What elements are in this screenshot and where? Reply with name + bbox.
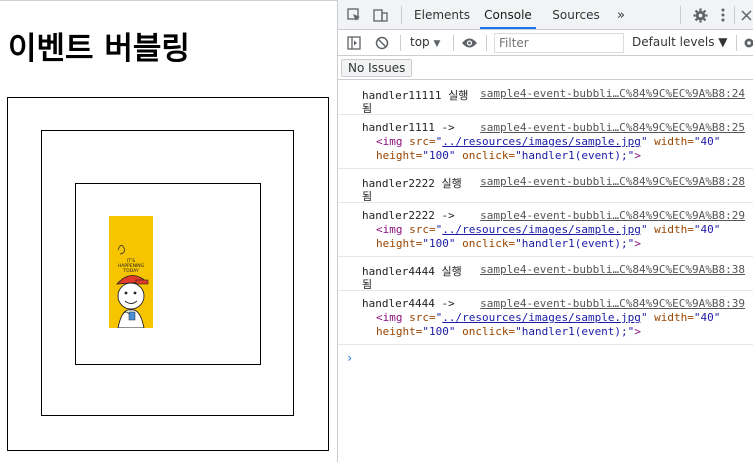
tag-close: > (634, 237, 641, 250)
tag-open: <img (376, 135, 403, 148)
clear-console-icon[interactable] (374, 35, 390, 51)
console-message: handler4444 -> sample4-event-bubbli…C%84… (338, 291, 753, 345)
tag-open: <img (376, 311, 403, 324)
toolbar-divider (736, 35, 737, 51)
kebab-menu-icon[interactable] (718, 7, 728, 23)
close-icon[interactable] (740, 7, 752, 23)
message-text-wrap: 됨 (362, 190, 373, 203)
message-text: handler4444 -> (362, 297, 455, 310)
element-preview-cont: height="100" onclick="handler1(event);"> (376, 325, 641, 338)
tag-open: <img (376, 223, 403, 236)
attr-value: "handler1(event);" (515, 325, 635, 338)
element-preview-cont: height="100" onclick="handler1(event);"> (376, 237, 641, 250)
message-text-wrap: 됨 (362, 278, 373, 291)
issues-bar: No Issues (338, 56, 753, 80)
source-link[interactable]: sample4-event-bubbli…C%84%9C%EC%9A%B8:28 (480, 175, 745, 188)
context-value: top (410, 35, 430, 49)
message-text: handler4444 실행 (362, 265, 462, 278)
console-message: handler11111 실행 됨 sample4-event-bubbli…C… (338, 81, 753, 115)
tabbar-divider (734, 6, 735, 24)
attr-name: onclick= (455, 237, 516, 250)
console-prompt-icon[interactable]: › (346, 351, 353, 365)
tag-close: > (634, 325, 641, 338)
toolbar-divider (400, 35, 401, 51)
console-log: handler11111 실행 됨 sample4-event-bubbli…C… (338, 81, 753, 345)
source-link[interactable]: sample4-event-bubbli…C%84%9C%EC%9A%B8:25 (480, 121, 745, 134)
attr-value: "100" (422, 149, 456, 162)
context-selector[interactable]: top ▼ (410, 35, 440, 49)
attr-value: "40" (693, 311, 721, 324)
eye-icon[interactable] (460, 35, 478, 51)
attr-name: src= (402, 223, 436, 236)
inspect-element-icon[interactable] (346, 7, 362, 23)
image-caption-3: TODAY (122, 268, 138, 274)
gear-icon[interactable] (692, 7, 708, 23)
console-toolbar: top ▼ Default levels ▼ (338, 30, 753, 56)
page-title: 이벤트 버블링 (8, 31, 190, 67)
sidebar-toggle-icon[interactable] (346, 35, 362, 51)
attr-value: "40" (693, 135, 721, 148)
message-text: handler2222 -> (362, 209, 455, 222)
attr-value: "40" (693, 223, 721, 236)
tag-close: > (634, 149, 641, 162)
attr-name: width= (647, 311, 694, 324)
message-text: handler11111 실행 (362, 89, 469, 102)
message-text: handler1111 -> (362, 121, 455, 134)
sample-image[interactable]: IT'S HAPPENING TODAY (109, 216, 153, 328)
source-link[interactable]: sample4-event-bubbli…C%84%9C%EC%9A%B8:39 (480, 297, 745, 310)
attr-quote: " (640, 311, 648, 324)
attr-value: "100" (422, 325, 456, 338)
attr-name: height= (376, 149, 423, 162)
attr-name: width= (647, 223, 694, 236)
attr-name: height= (376, 237, 423, 250)
tabbar-divider (680, 6, 681, 24)
page-viewport: 이벤트 버블링 IT'S HAPPENING TODAY (0, 0, 337, 462)
attr-value: "handler1(event);" (515, 149, 635, 162)
attr-quote: " (640, 135, 648, 148)
no-issues-button[interactable]: No Issues (341, 59, 413, 77)
console-message: handler4444 실행 됨 sample4-event-bubbli…C%… (338, 257, 753, 291)
console-settings-icon[interactable] (742, 35, 753, 51)
devtools-panel: Elements Console Sources » top ▼ Default (338, 0, 753, 462)
inner-box[interactable] (75, 183, 261, 365)
attr-value: "100" (422, 237, 456, 250)
element-preview-cont: height="100" onclick="handler1(event);"> (376, 149, 641, 162)
attr-name: onclick= (455, 325, 516, 338)
console-message: handler2222 -> sample4-event-bubbli…C%84… (338, 203, 753, 257)
cartoon-character-illustration: IT'S HAPPENING TODAY (109, 216, 153, 328)
tab-elements[interactable]: Elements (412, 0, 472, 29)
attr-name: width= (647, 135, 694, 148)
toolbar-divider (453, 35, 454, 51)
source-link[interactable]: sample4-event-bubbli…C%84%9C%EC%9A%B8:24 (480, 87, 745, 100)
source-link[interactable]: sample4-event-bubbli…C%84%9C%EC%9A%B8:38 (480, 263, 745, 276)
attr-name: src= (402, 135, 436, 148)
filter-input[interactable] (494, 33, 624, 53)
message-text: handler2222 실행 (362, 177, 462, 190)
toolbar-divider (486, 35, 487, 51)
attr-quote: " (640, 223, 648, 236)
message-text-wrap: 됨 (362, 102, 373, 115)
attr-value: "handler1(event);" (515, 237, 635, 250)
element-preview[interactable]: <img src= "../resources/images/sample.jpg… (376, 135, 720, 148)
element-preview[interactable]: <img src= "../resources/images/sample.jpg… (376, 311, 720, 324)
chevron-down-icon: ▼ (433, 39, 441, 49)
log-levels-dropdown[interactable]: Default levels ▼ (632, 35, 728, 49)
device-toolbar-icon[interactable] (372, 7, 388, 23)
attr-name: height= (376, 325, 423, 338)
tab-sources[interactable]: Sources (546, 0, 606, 29)
console-message: handler2222 실행 됨 sample4-event-bubbli…C%… (338, 169, 753, 203)
attr-name: src= (402, 311, 436, 324)
resource-link[interactable]: ../resources/images/sample.jpg (442, 311, 641, 324)
source-link[interactable]: sample4-event-bubbli…C%84%9C%EC%9A%B8:29 (480, 209, 745, 222)
tab-console[interactable]: Console (480, 0, 536, 29)
devtools-tabbar: Elements Console Sources » (338, 0, 753, 30)
resource-link[interactable]: ../resources/images/sample.jpg (442, 135, 641, 148)
element-preview[interactable]: <img src= "../resources/images/sample.jpg… (376, 223, 720, 236)
tabbar-divider (401, 6, 402, 24)
resource-link[interactable]: ../resources/images/sample.jpg (442, 223, 641, 236)
console-message: handler1111 -> sample4-event-bubbli…C%84… (338, 115, 753, 169)
more-tabs-button[interactable]: » (614, 0, 628, 29)
attr-name: onclick= (455, 149, 516, 162)
